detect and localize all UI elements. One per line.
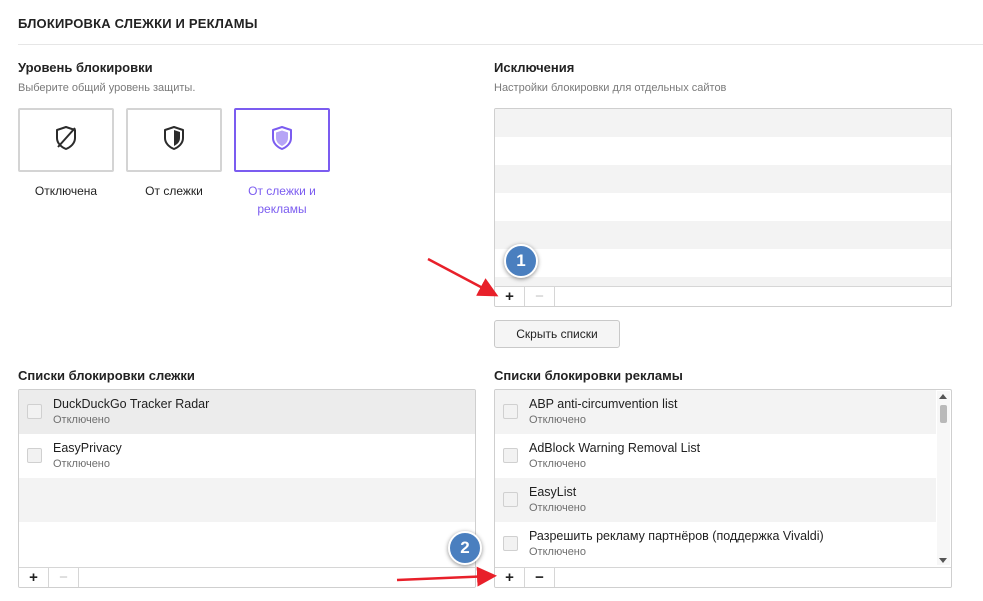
exceptions-toolbar: + − (495, 286, 951, 306)
list-item-name: AdBlock Warning Removal List (529, 441, 701, 455)
section-divider (18, 44, 983, 45)
list-item-name: EasyPrivacy (53, 441, 122, 455)
list-item[interactable]: EasyList Отключено (495, 478, 936, 522)
list-item-status: Отключено (53, 414, 110, 426)
blocking-level-heading: Уровень блокировки (18, 60, 153, 75)
ad-lists-remove-button[interactable]: − (525, 568, 555, 587)
ad-lists-scrollbar[interactable] (937, 391, 950, 565)
tracker-lists-heading: Списки блокировки слежки (18, 368, 195, 383)
empty-row (19, 478, 475, 522)
tracker-lists-add-button[interactable]: + (19, 568, 49, 587)
list-item-status: Отключено (53, 458, 110, 470)
empty-row (19, 522, 475, 566)
list-item-status: Отключено (529, 458, 586, 470)
ad-lists-heading: Списки блокировки рекламы (494, 368, 683, 383)
ad-lists-toolbar: + − (495, 567, 951, 587)
shield-full-icon (269, 124, 295, 157)
ad-list-checkbox[interactable] (503, 448, 518, 463)
scroll-up-icon[interactable] (939, 394, 947, 399)
ad-list-checkbox[interactable] (503, 492, 518, 507)
list-item-status: Отключено (529, 546, 586, 558)
ad-list-checkbox[interactable] (503, 404, 518, 419)
list-item[interactable]: ABP anti-circumvention list Отключено (495, 390, 936, 434)
level-option-off-label: Отключена (34, 184, 98, 198)
list-item[interactable]: EasyPrivacy Отключено (19, 434, 475, 478)
annotation-badge-2: 2 (448, 531, 482, 565)
ad-list-checkbox[interactable] (503, 536, 518, 551)
blocking-level-subtext: Выберите общий уровень защиты. (18, 82, 196, 94)
annotation-badge-1: 1 (504, 244, 538, 278)
ad-lists-box: ABP anti-circumvention list Отключено Ad… (494, 389, 952, 588)
list-item-status: Отключено (529, 502, 586, 514)
scroll-thumb[interactable] (940, 405, 947, 423)
level-option-off[interactable] (18, 108, 114, 172)
section-title: БЛОКИРОВКА СЛЕЖКИ И РЕКЛАМЫ (18, 16, 258, 31)
level-option-tracking-and-ads-label: От слежки и рекламы (248, 184, 316, 216)
list-item-name: EasyList (529, 485, 577, 499)
tracker-lists-rows: DuckDuckGo Tracker Radar Отключено EasyP… (19, 390, 475, 567)
exceptions-list[interactable]: + − (494, 108, 952, 307)
exceptions-remove-button[interactable]: − (525, 287, 555, 306)
exceptions-heading: Исключения (494, 60, 575, 75)
list-item-name: Разрешить рекламу партнёров (поддержка V… (529, 529, 824, 543)
ad-lists-add-button[interactable]: + (495, 568, 525, 587)
tracker-list-checkbox[interactable] (27, 404, 42, 419)
annotation-arrow-1 (427, 257, 499, 297)
shield-off-icon (53, 124, 79, 157)
exceptions-list-rows (495, 109, 951, 286)
list-item-name: DuckDuckGo Tracker Radar (53, 397, 210, 411)
ad-lists-rows: ABP anti-circumvention list Отключено Ad… (495, 390, 936, 567)
tracker-lists-box: DuckDuckGo Tracker Radar Отключено EasyP… (18, 389, 476, 588)
list-item[interactable]: Разрешить рекламу партнёров (поддержка V… (495, 522, 936, 566)
exceptions-subtext: Настройки блокировки для отдельных сайто… (494, 82, 727, 94)
level-option-tracking-and-ads[interactable] (234, 108, 330, 172)
list-item[interactable]: DuckDuckGo Tracker Radar Отключено (19, 390, 475, 434)
tracker-lists-toolbar: + − (19, 567, 475, 587)
level-option-tracking[interactable] (126, 108, 222, 172)
list-item-status: Отключено (529, 414, 586, 426)
exceptions-add-button[interactable]: + (495, 287, 525, 306)
tracker-lists-remove-button[interactable]: − (49, 568, 79, 587)
level-option-tracking-label: От слежки (145, 184, 203, 198)
list-item-name: ABP anti-circumvention list (529, 397, 678, 411)
list-item[interactable]: AdBlock Warning Removal List Отключено (495, 434, 936, 478)
tracker-list-checkbox[interactable] (27, 448, 42, 463)
hide-lists-button[interactable]: Скрыть списки (494, 320, 620, 348)
scroll-down-icon[interactable] (939, 558, 947, 563)
shield-half-icon (161, 124, 187, 157)
